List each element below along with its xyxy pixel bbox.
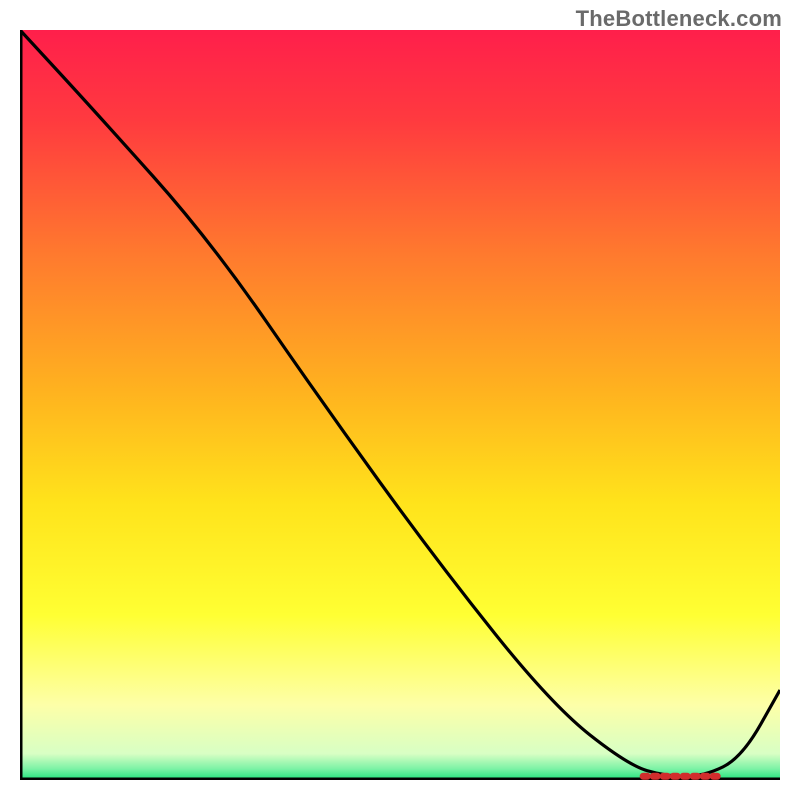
plot-area: [20, 30, 780, 780]
chart-root: TheBottleneck.com: [0, 0, 800, 800]
plot-svg: [20, 30, 780, 780]
watermark-label: TheBottleneck.com: [576, 6, 782, 32]
gradient-background: [20, 30, 780, 780]
